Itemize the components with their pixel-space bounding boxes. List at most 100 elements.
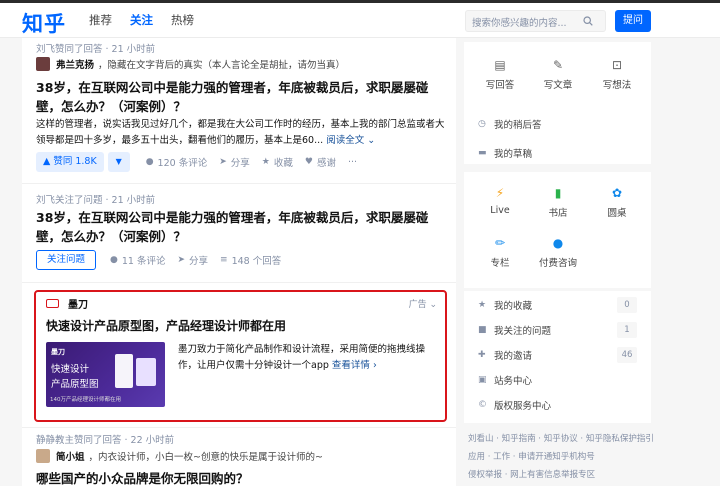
later-answers-link[interactable]: ◷ 我的稍后答 xyxy=(478,117,542,131)
create-panel: ▤ 写回答 ✎ 写文章 ⊡ 写想法 ◷ 我的稍后答 ▬ 我的草稿 xyxy=(464,42,651,164)
my-collections-label: 我的收藏 xyxy=(494,301,533,312)
thanks-button[interactable]: ♥ 感谢 xyxy=(305,155,336,169)
consult-label: 付费咨询 xyxy=(538,258,577,269)
count-badge: 46 xyxy=(617,347,637,363)
share-button[interactable]: ➤ 分享 xyxy=(219,155,250,169)
share-icon: ➤ xyxy=(177,255,186,265)
read-more-link[interactable]: 阅读全文 ⌄ xyxy=(323,135,375,146)
comments-label: 11 条评论 xyxy=(121,256,166,267)
feed-item-title[interactable]: 38岁，在互联网公司中是能力强的管理者，年底被裁员后，求职屡屡碰壁，怎么办？（河… xyxy=(36,208,446,246)
star-icon: ★ xyxy=(261,157,270,167)
ad-description[interactable]: 墨刀致力于简化产品制作和设计流程，采用简便的拖拽线操作，让用户仅需十分钟设计一个… xyxy=(178,342,438,374)
ad-label[interactable]: 广告 ⌄ xyxy=(409,297,437,310)
heart-icon: ♥ xyxy=(304,157,313,167)
comments-button[interactable]: ● 120 条评论 xyxy=(146,155,208,169)
avatar[interactable] xyxy=(36,449,50,463)
thanks-label: 感谢 xyxy=(316,158,336,169)
count-badge: 1 xyxy=(617,322,637,338)
ad-card[interactable]: 墨刀 广告 ⌄ 快速设计产品原型图，产品经理设计师都在用 墨刀 快速设计 产品原… xyxy=(34,290,447,422)
my-invites-link[interactable]: ✚ 我的邀请 46 xyxy=(478,346,637,364)
clock-icon: ◷ xyxy=(478,119,486,129)
tab-hot[interactable]: 热榜 xyxy=(162,3,203,38)
write-article-label: 写文章 xyxy=(543,80,573,91)
column-button[interactable]: ✏ 专栏 xyxy=(475,234,525,269)
banner-headline-2: 产品原型图 xyxy=(51,379,99,390)
personal-list-panel: ★ 我的收藏 0 ■ 我关注的问题 1 ✚ 我的邀请 46 ▣ 站务中心 © 版权服务中心 xyxy=(464,291,651,423)
search-input[interactable]: 搜索你感兴趣的内容... xyxy=(465,10,606,32)
copyright-center-label: 版权服务中心 xyxy=(494,401,552,412)
site-center-label: 站务中心 xyxy=(494,376,533,387)
author-name[interactable]: 简小姐 xyxy=(56,449,85,463)
share-label: 分享 xyxy=(230,158,250,169)
comments-label: 120 条评论 xyxy=(157,158,208,169)
tab-recommend[interactable]: 推荐 xyxy=(80,3,121,38)
my-collections-link[interactable]: ★ 我的收藏 0 xyxy=(478,296,637,314)
roundtable-button[interactable]: ✿ 圆桌 xyxy=(592,184,642,219)
bookstore-button[interactable]: ▮ 书店 xyxy=(533,184,583,219)
feed-item-author: 弗兰克扬 ，隐藏在文字背后的真实（本人言论全是胡扯，请勿当真） xyxy=(36,57,345,71)
bookstore-icon: ▮ xyxy=(554,186,562,200)
copyright-icon: © xyxy=(478,400,487,410)
avatar[interactable] xyxy=(36,57,50,71)
search-icon[interactable] xyxy=(583,16,593,26)
followed-questions-label: 我关注的问题 xyxy=(494,326,552,337)
follow-question-button[interactable]: 关注问题 xyxy=(36,250,97,270)
feed-item-meta: 静静教主赞同了回答 · 22 小时前 xyxy=(36,435,175,446)
write-answer-label: 写回答 xyxy=(485,80,515,91)
live-button[interactable]: ⚡ Live xyxy=(475,184,525,216)
phone-mockup-icon xyxy=(136,358,156,386)
copyright-center-link[interactable]: © 版权服务中心 xyxy=(478,396,637,414)
chevron-down-icon: ⌄ xyxy=(367,135,376,146)
ad-title[interactable]: 快速设计产品原型图，产品经理设计师都在用 xyxy=(46,317,286,334)
answers-button[interactable]: ≡ 148 个回答 xyxy=(220,253,281,267)
footer-links-row[interactable]: 侵权举报 · 网上有害信息举报专区 xyxy=(468,466,595,484)
share-button[interactable]: ➤ 分享 xyxy=(177,253,208,267)
collect-label: 收藏 xyxy=(273,158,293,169)
consult-button[interactable]: ● 付费咨询 xyxy=(533,234,583,269)
live-icon: ⚡ xyxy=(495,186,505,200)
ad-banner-image[interactable]: 墨刀 快速设计 产品原型图 140万产品经理设计师都在用 xyxy=(46,342,165,407)
center-icon: ▣ xyxy=(478,375,487,385)
footer-links-row[interactable]: 应用 · 工作 · 申请开通知乎机构号 xyxy=(468,448,595,466)
invite-icon: ✚ xyxy=(478,350,486,360)
feed-item-title[interactable]: 38岁，在互联网公司中是能力强的管理者，年底被裁员后，求职屡屡碰壁，怎么办？（河… xyxy=(36,78,446,116)
tab-following[interactable]: 关注 xyxy=(121,3,162,38)
feed: 刘飞赞同了回答 · 21 小时前 弗兰克扬 ，隐藏在文字背后的真实（本人言论全是… xyxy=(22,38,456,486)
site-center-link[interactable]: ▣ 站务中心 xyxy=(478,371,637,389)
comments-button[interactable]: ● 11 条评论 xyxy=(110,253,165,267)
feed-item-title[interactable]: 哪些国产的小众品牌是你无限回购的？ xyxy=(36,469,446,486)
feed-item-author: 简小姐 ，内衣设计师，小白一枚~创意的快乐是属于设计师的~ xyxy=(36,449,323,463)
ask-button[interactable]: 提问 xyxy=(615,10,651,32)
author-name[interactable]: 弗兰克扬 xyxy=(56,57,94,71)
upvote-button[interactable]: ▲ 赞同 1.8K xyxy=(36,152,104,172)
ad-brand[interactable]: 墨刀 xyxy=(68,296,88,311)
chevron-right-icon: › xyxy=(372,360,377,371)
roundtable-icon: ✿ xyxy=(611,186,623,200)
consult-icon: ● xyxy=(552,236,564,250)
drafts-label: 我的草稿 xyxy=(494,149,533,160)
write-idea-label: 写想法 xyxy=(602,80,632,91)
read-more-label: 阅读全文 xyxy=(326,135,365,146)
write-idea-button[interactable]: ⊡ 写想法 xyxy=(592,56,642,91)
more-button[interactable]: ··· xyxy=(348,157,357,168)
write-answer-button[interactable]: ▤ 写回答 xyxy=(475,56,525,91)
write-article-button[interactable]: ✎ 写文章 xyxy=(533,56,583,91)
feed-item-excerpt[interactable]: 这样的管理者，说实话我见过好几个，都是我在大公司工作时的经历，基本上我的部门总监… xyxy=(36,117,448,149)
footer-links-row[interactable]: 刘看山 · 知乎指南 · 知乎协议 · 知乎隐私保护指引 xyxy=(468,430,654,448)
article-icon: ✎ xyxy=(552,58,564,72)
followed-questions-link[interactable]: ■ 我关注的问题 1 xyxy=(478,321,637,339)
comment-icon: ● xyxy=(145,157,154,167)
live-label: Live xyxy=(490,205,510,216)
later-answers-label: 我的稍后答 xyxy=(494,120,542,131)
collect-button[interactable]: ★ 收藏 xyxy=(262,155,293,169)
drafts-link[interactable]: ▬ 我的草稿 xyxy=(478,146,532,160)
ad-desc-text: 墨刀致力于简化产品制作和设计流程，采用简便的拖拽线操作，让用户仅需十分钟设计一个… xyxy=(178,344,426,371)
divider xyxy=(22,282,456,283)
divider xyxy=(22,427,456,428)
draft-icon: ▬ xyxy=(478,148,487,158)
downvote-button[interactable]: ▼ xyxy=(107,152,130,172)
zhihu-logo[interactable]: 知乎 xyxy=(22,8,66,38)
banner-tagline: 140万产品经理设计师都在用 xyxy=(50,397,121,403)
chevron-down-icon: ⌄ xyxy=(429,300,437,310)
ad-read-more-link[interactable]: 查看详情 › xyxy=(332,360,377,371)
